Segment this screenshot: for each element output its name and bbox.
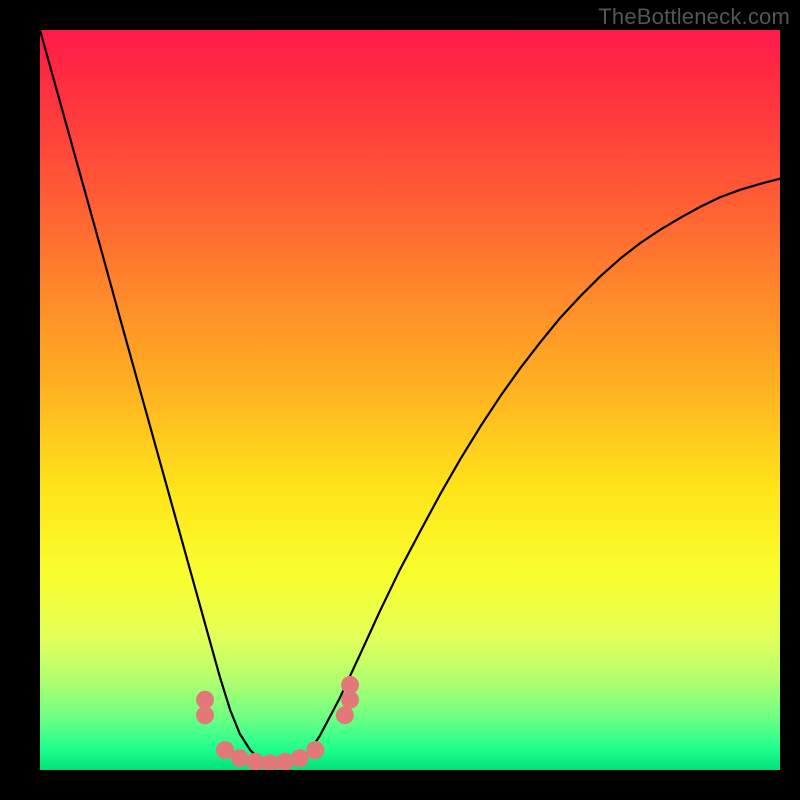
plot-area [40,30,780,770]
marker-dot [231,749,249,767]
chart-svg [40,30,780,770]
marker-dot [336,706,354,724]
marker-band [196,676,359,770]
marker-dot [196,691,214,709]
marker-dot [196,706,214,724]
marker-dot [306,741,324,759]
marker-dot [341,676,359,694]
marker-dot [291,749,309,767]
watermark-text: TheBottleneck.com [598,4,790,30]
chart-frame: TheBottleneck.com [0,0,800,800]
bottleneck-curve [40,30,780,767]
